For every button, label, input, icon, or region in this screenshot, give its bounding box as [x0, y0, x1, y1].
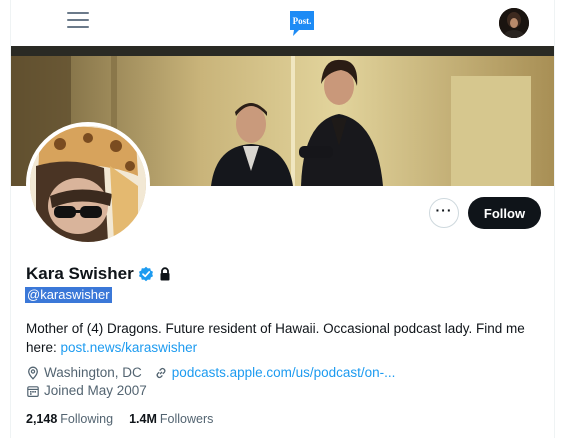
following-link[interactable]: 2,148 Following	[26, 412, 113, 426]
top-bar: Post.	[11, 0, 554, 46]
svg-text:Post.: Post.	[293, 16, 312, 26]
location-pin-icon	[28, 366, 38, 380]
follow-stats: 2,148 Following 1.4M Followers	[26, 412, 229, 426]
following-label: Following	[60, 412, 114, 426]
website-link[interactable]: podcasts.apple.com/us/podcast/on-...	[172, 365, 396, 380]
hamburger-icon[interactable]	[67, 12, 89, 30]
profile-page: Post. ··· Follow Kara Swisher @karaswish…	[10, 0, 555, 438]
user-handle: @karaswisher	[25, 287, 112, 303]
user-avatar[interactable]	[499, 8, 529, 38]
follow-button[interactable]: Follow	[468, 197, 541, 229]
followers-link[interactable]: 1.4M Followers	[129, 412, 213, 426]
calendar-icon	[27, 385, 39, 397]
bio-link[interactable]: post.news/karaswisher	[61, 340, 198, 355]
verified-badge-icon	[138, 266, 153, 282]
joined-row: Joined May 2007	[26, 383, 147, 398]
followers-label: Followers	[159, 412, 214, 426]
lock-icon	[160, 267, 170, 281]
post-logo[interactable]: Post.	[287, 8, 317, 38]
followers-count: 1.4M	[129, 412, 157, 426]
link-icon	[156, 367, 166, 378]
following-count: 2,148	[26, 412, 58, 426]
more-icon: ···	[435, 202, 453, 218]
display-name: Kara Swisher	[26, 264, 134, 283]
profile-avatar[interactable]	[26, 122, 150, 246]
name-row: Kara Swisher	[26, 264, 172, 284]
location-text: Washington, DC	[44, 365, 142, 380]
profile-bio: Mother of (4) Dragons. Future resident o…	[26, 319, 541, 357]
more-options-button[interactable]: ···	[429, 198, 459, 228]
location-website-row: Washington, DC podcasts.apple.com/us/pod…	[26, 365, 395, 380]
joined-date: Joined May 2007	[44, 383, 147, 398]
